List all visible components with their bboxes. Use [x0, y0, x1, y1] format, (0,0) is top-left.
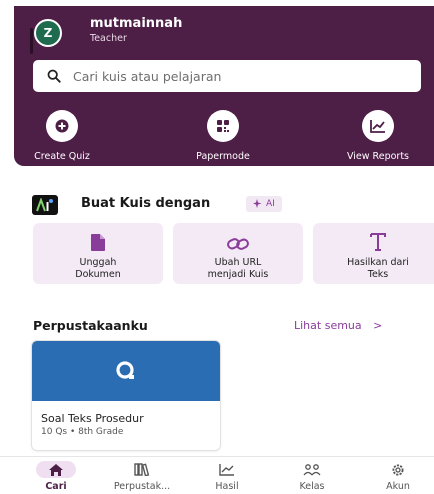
text-icon [313, 223, 434, 251]
ai-badge: AI [246, 196, 282, 212]
create-quiz-button[interactable]: Create Quiz [12, 110, 112, 162]
header-panel: Z mutmainnah Teacher Create Quiz [14, 6, 434, 166]
nav-label-cari: Cari [45, 481, 67, 492]
quiz-title: Soal Teks Prosedur [41, 412, 144, 425]
search-bar[interactable] [33, 60, 421, 92]
chart-line-icon [219, 464, 234, 476]
user-role: Teacher [90, 33, 127, 44]
chevron-right-icon: > [373, 319, 383, 332]
library-title: Perpustakaanku [33, 318, 148, 333]
library-icon [134, 463, 150, 476]
view-reports-button[interactable]: View Reports [328, 110, 428, 162]
nav-label-kelas: Kelas [299, 481, 325, 492]
generate-from-text-label: Hasilkan dari Teks [347, 257, 409, 280]
quiz-meta: 10 Qs • 8th Grade [41, 427, 124, 437]
view-reports-label: View Reports [346, 151, 409, 162]
document-icon [33, 223, 163, 251]
papermode-button[interactable]: Papermode [173, 110, 273, 162]
chart-line-icon [362, 110, 394, 142]
qr-code-icon [207, 110, 239, 142]
upload-document-label: Unggah Dokumen [75, 257, 121, 280]
quiz-card[interactable]: Soal Teks Prosedur 10 Qs • 8th Grade [32, 341, 220, 450]
link-icon [173, 223, 303, 251]
quiz-thumbnail [32, 341, 220, 401]
home-icon [49, 463, 63, 476]
nav-item-hasil[interactable]: Hasil [187, 461, 267, 492]
plus-circle-icon [46, 110, 78, 142]
papermode-label: Papermode [196, 151, 250, 162]
sparkle-icon [253, 199, 262, 208]
nav-label-hasil: Hasil [215, 481, 239, 492]
quizizz-logo-icon [116, 361, 134, 379]
search-input[interactable] [73, 68, 393, 84]
nav-label-perpustakaan: Perpustak... [113, 481, 171, 492]
bottom-navigation: Cari Perpustak... Hasil Kelas Akun [0, 456, 434, 494]
see-all-link[interactable]: Lihat semua > [294, 319, 382, 332]
people-icon [303, 464, 321, 476]
generate-from-text-card[interactable]: Hasilkan dari Teks [313, 223, 434, 284]
nav-item-cari[interactable]: Cari [16, 461, 96, 492]
url-to-quiz-label: Ubah URL menjadi Kuis [207, 257, 269, 280]
create-quiz-label: Create Quiz [34, 151, 90, 162]
avatar[interactable]: Z [34, 19, 62, 47]
status-notch [30, 28, 33, 54]
gear-icon [392, 464, 404, 475]
ai-section-title: Buat Kuis dengan [81, 196, 211, 211]
ai-logo-icon [32, 195, 58, 215]
search-icon [47, 69, 61, 83]
upload-document-card[interactable]: Unggah Dokumen [33, 223, 163, 284]
nav-item-kelas[interactable]: Kelas [272, 461, 352, 492]
nav-item-akun[interactable]: Akun [358, 461, 434, 492]
user-name: mutmainnah [90, 16, 183, 31]
nav-label-akun: Akun [386, 481, 410, 492]
nav-item-perpustakaan[interactable]: Perpustak... [102, 461, 182, 492]
url-to-quiz-card[interactable]: Ubah URL menjadi Kuis [173, 223, 303, 284]
